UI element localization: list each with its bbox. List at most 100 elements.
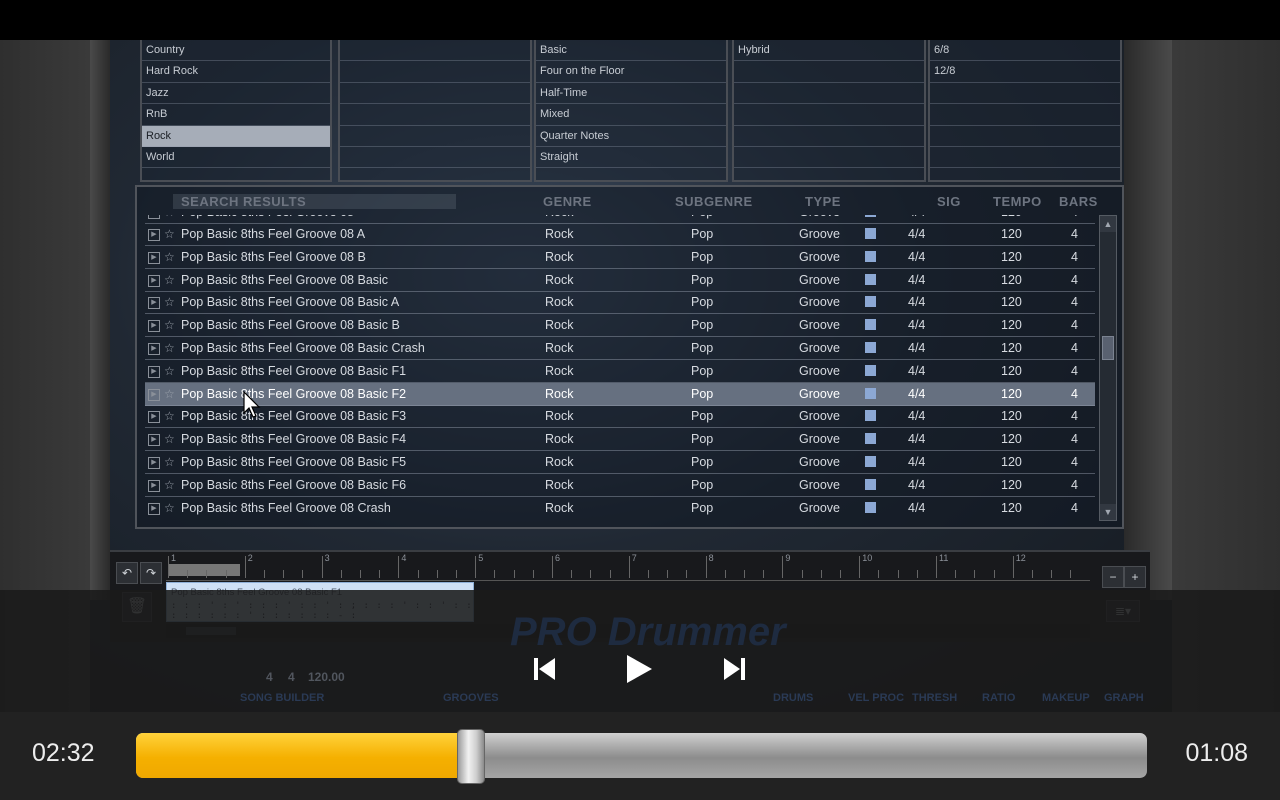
favorite-star-icon[interactable]: ☆ [164, 360, 175, 382]
favorite-star-icon[interactable]: ☆ [164, 428, 175, 450]
groove-sig: 4/4 [908, 295, 926, 310]
ruler-beat-tick [283, 570, 285, 578]
filter-item[interactable]: Jazz [142, 83, 330, 105]
favorite-star-icon[interactable]: ☆ [164, 215, 175, 223]
header-bars[interactable]: BARS [1059, 194, 1098, 209]
filter-item[interactable]: Country [142, 40, 330, 62]
preview-play-icon[interactable]: ▶ [148, 274, 160, 287]
scroll-down-icon[interactable]: ▼ [1100, 504, 1116, 520]
scroll-up-icon[interactable]: ▲ [1100, 216, 1116, 232]
header-tempo[interactable]: TEMPO [993, 194, 1042, 209]
preview-play-icon[interactable]: ▶ [148, 502, 160, 515]
favorite-star-icon[interactable]: ☆ [164, 246, 175, 268]
preview-play-icon[interactable]: ▶ [148, 434, 160, 447]
groove-tempo: 120 [1001, 386, 1022, 401]
preview-play-icon[interactable]: ▶ [148, 388, 160, 401]
filter-item[interactable]: 12/8 [930, 61, 1120, 83]
scroll-thumb[interactable] [1102, 336, 1114, 360]
table-row[interactable]: ▶ ☆ Pop Basic 8ths Feel Groove 08 B Rock Pop… [145, 246, 1095, 269]
results-scrollbar[interactable]: ▲ ▼ [1099, 215, 1117, 521]
favorite-star-icon[interactable]: ☆ [164, 291, 175, 313]
play-icon [627, 655, 652, 683]
preview-play-icon[interactable]: ▶ [148, 215, 160, 219]
filter-empty-row [340, 83, 530, 105]
groove-subgenre: Pop [691, 386, 714, 401]
zoom-in-icon[interactable]: + [1124, 566, 1146, 588]
bar-ruler[interactable]: 1 2 3 4 5 6 7 8 9 10 11 12 [166, 552, 1090, 581]
groove-name: Pop Basic 8ths Feel Groove 08 A [181, 227, 366, 241]
ruler-beat-tick [801, 570, 803, 578]
table-row[interactable]: ▶ ☆ Pop Basic 8ths Feel Groove 08 Basic A R… [145, 291, 1095, 315]
filter-item[interactable]: 6/8 [930, 40, 1120, 62]
top-black-bar [0, 0, 1280, 40]
ruler-beat-tick [590, 570, 592, 578]
filter-item[interactable]: Basic [536, 40, 726, 62]
filter-item[interactable]: Rock [142, 125, 330, 147]
table-row[interactable]: ▶ ☆ Pop Basic 8ths Feel Groove 08 Basic B R… [145, 314, 1095, 338]
filter-item[interactable]: Hard Rock [142, 61, 330, 83]
preview-play-icon[interactable]: ▶ [148, 411, 160, 424]
favorite-star-icon[interactable]: ☆ [164, 451, 175, 473]
preview-play-icon[interactable]: ▶ [148, 365, 160, 378]
favorite-star-icon[interactable]: ☆ [164, 497, 175, 519]
favorite-star-icon[interactable]: ☆ [164, 405, 175, 427]
filter-item[interactable]: World [142, 147, 330, 169]
ruler-beat-tick [1032, 570, 1033, 578]
filter-item[interactable]: RnB [142, 104, 330, 126]
preview-play-icon[interactable]: ▶ [148, 251, 160, 264]
preview-play-icon[interactable]: ▶ [148, 457, 160, 469]
table-row[interactable]: ▶ ☆ Pop Basic 8ths Feel Groove 08 Basic F5… [145, 451, 1095, 474]
loop-region[interactable] [168, 564, 240, 576]
header-type[interactable]: TYPE [805, 194, 841, 209]
table-row[interactable]: ▶ ☆ Pop Basic 8ths Feel Groove 08 Basic F6… [145, 474, 1095, 497]
zoom-out-icon[interactable]: − [1102, 566, 1124, 588]
progress-track[interactable] [136, 733, 1147, 778]
groove-genre: Rock [545, 318, 574, 333]
favorite-star-icon[interactable]: ☆ [164, 383, 175, 405]
favorite-star-icon[interactable]: ☆ [164, 314, 175, 336]
groove-tempo: 120 [1001, 249, 1022, 264]
groove-sig: 4/4 [908, 341, 926, 355]
table-row[interactable]: ▶ ☆ Pop Basic 8ths Feel Groove 08 Basic F2… [145, 382, 1095, 406]
redo-icon[interactable]: ↷ [140, 562, 162, 584]
preview-play-icon[interactable]: ▶ [148, 343, 160, 355]
groove-type: Groove [799, 455, 840, 469]
table-row[interactable]: ▶ ☆ Pop Basic 8ths Feel Groove 08 Crash Roc… [145, 497, 1095, 519]
table-row[interactable]: ▶ ☆ Pop Basic 8ths Feel Groove 08 Basic F4… [145, 428, 1095, 452]
filter-empty-row [930, 83, 1120, 105]
undo-icon[interactable]: ↶ [116, 562, 138, 584]
ruler-bar-tick [628, 556, 630, 578]
table-row[interactable]: ▶ ☆ Pop Basic 8ths Feel Groove 08 Basic Cr… [145, 337, 1095, 360]
favorite-star-icon[interactable]: ☆ [164, 337, 175, 359]
skip-forward-button[interactable] [722, 656, 746, 682]
favorite-star-icon[interactable]: ☆ [164, 223, 175, 245]
filter-item[interactable]: Mixed [536, 104, 726, 126]
table-row[interactable]: ▶ ☆ Pop Basic 8ths Feel Groove 08 A Rock Pop… [145, 223, 1095, 246]
header-genre[interactable]: GENRE [543, 194, 592, 209]
preview-play-icon[interactable]: ▶ [148, 297, 160, 310]
groove-name: Pop Basic 8ths Feel Groove 08 Basic F2 [181, 386, 407, 401]
table-row[interactable]: ▶ ☆ Pop Basic 8ths Feel Groove 08 Basic F3… [145, 405, 1095, 429]
table-row[interactable]: ▶ ☆ Pop Basic 8ths Feel Groove 08 Basic F1… [145, 360, 1095, 383]
favorite-star-icon[interactable]: ☆ [164, 269, 175, 291]
skip-back-button[interactable] [533, 656, 557, 682]
groove-type: Groove [799, 409, 840, 424]
ruler-bar-tick [552, 556, 553, 578]
ruler-beat-tick [897, 570, 899, 578]
table-row[interactable]: ▶ ☆ Pop Basic 8ths Feel Groove 08 Basic Roc… [145, 269, 1095, 292]
preview-play-icon[interactable]: ▶ [148, 479, 160, 492]
preview-play-icon[interactable]: ▶ [148, 320, 160, 333]
favorite-star-icon[interactable]: ☆ [164, 474, 175, 496]
filter-item[interactable]: Hybrid [734, 40, 924, 62]
filter-item[interactable]: Half-Time [536, 83, 726, 105]
filter-item[interactable]: Straight [536, 147, 726, 169]
header-subgenre[interactable]: SUBGENRE [675, 194, 753, 209]
header-sig[interactable]: SIG [937, 194, 961, 209]
play-button[interactable] [625, 654, 653, 684]
ruler-beat-tick [264, 570, 265, 578]
scrubber-knob[interactable] [456, 729, 485, 784]
preview-play-icon[interactable]: ▶ [148, 229, 160, 241]
filter-item[interactable]: Quarter Notes [536, 126, 726, 147]
groove-genre: Rock [545, 295, 574, 310]
filter-item[interactable]: Four on the Floor [536, 61, 726, 83]
